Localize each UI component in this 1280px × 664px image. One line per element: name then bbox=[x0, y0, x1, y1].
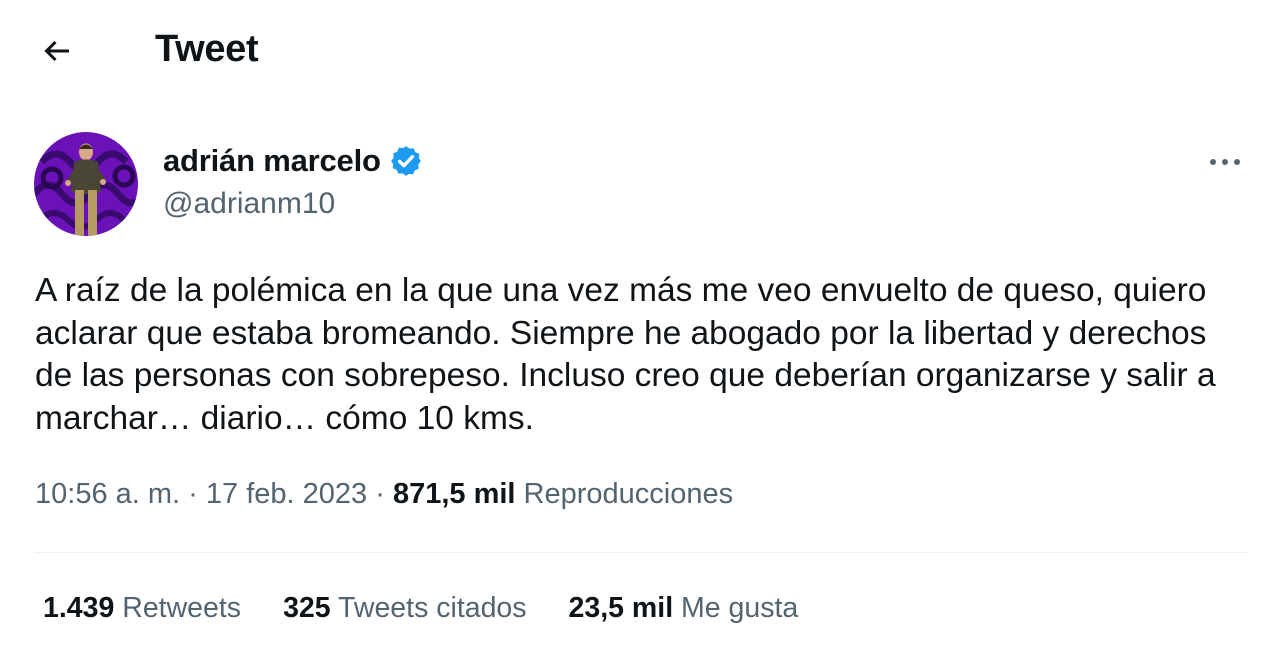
avatar[interactable] bbox=[34, 132, 138, 236]
tweet-date[interactable]: 17 feb. 2023 bbox=[206, 478, 367, 510]
verified-badge-icon bbox=[390, 146, 421, 176]
likes-label: Me gusta bbox=[681, 592, 799, 624]
arrow-left-icon bbox=[44, 40, 69, 62]
tweet-text: A raíz de la polémica en la que una vez … bbox=[35, 272, 1216, 437]
tweet-metadata: 10:56 a. m. · 17 feb. 2023 · 871,5 mil R… bbox=[35, 478, 733, 511]
header: Tweet bbox=[0, 0, 1280, 100]
more-options-button[interactable] bbox=[1200, 142, 1250, 182]
display-name[interactable]: adrián marcelo bbox=[163, 143, 381, 179]
author-name-row: adrián marcelo bbox=[163, 143, 423, 179]
engagement-stats: 1.439 Retweets 325 Tweets citados 23,5 m… bbox=[43, 592, 798, 625]
avatar-image bbox=[34, 132, 138, 236]
divider bbox=[35, 552, 1247, 553]
retweets-stat[interactable]: 1.439 Retweets bbox=[43, 592, 241, 625]
views-count: 871,5 mil bbox=[392, 478, 516, 510]
meta-separator: · bbox=[375, 478, 385, 510]
user-handle[interactable]: @adrianm10 bbox=[163, 187, 335, 221]
retweets-label: Retweets bbox=[122, 592, 242, 624]
views-label: Reproducciones bbox=[523, 478, 734, 510]
page-title: Tweet bbox=[155, 28, 259, 70]
meta-separator: · bbox=[188, 478, 198, 510]
quotes-label: Tweets citados bbox=[338, 592, 527, 624]
tweet-time[interactable]: 10:56 a. m. bbox=[35, 478, 180, 510]
more-horizontal-icon bbox=[1210, 159, 1240, 165]
quote-tweets-stat[interactable]: 325 Tweets citados bbox=[283, 592, 526, 625]
quotes-count: 325 bbox=[283, 592, 331, 624]
retweets-count: 1.439 bbox=[43, 592, 115, 624]
back-button[interactable] bbox=[36, 30, 78, 72]
likes-stat[interactable]: 23,5 mil Me gusta bbox=[569, 592, 799, 625]
likes-count: 23,5 mil bbox=[568, 592, 674, 624]
